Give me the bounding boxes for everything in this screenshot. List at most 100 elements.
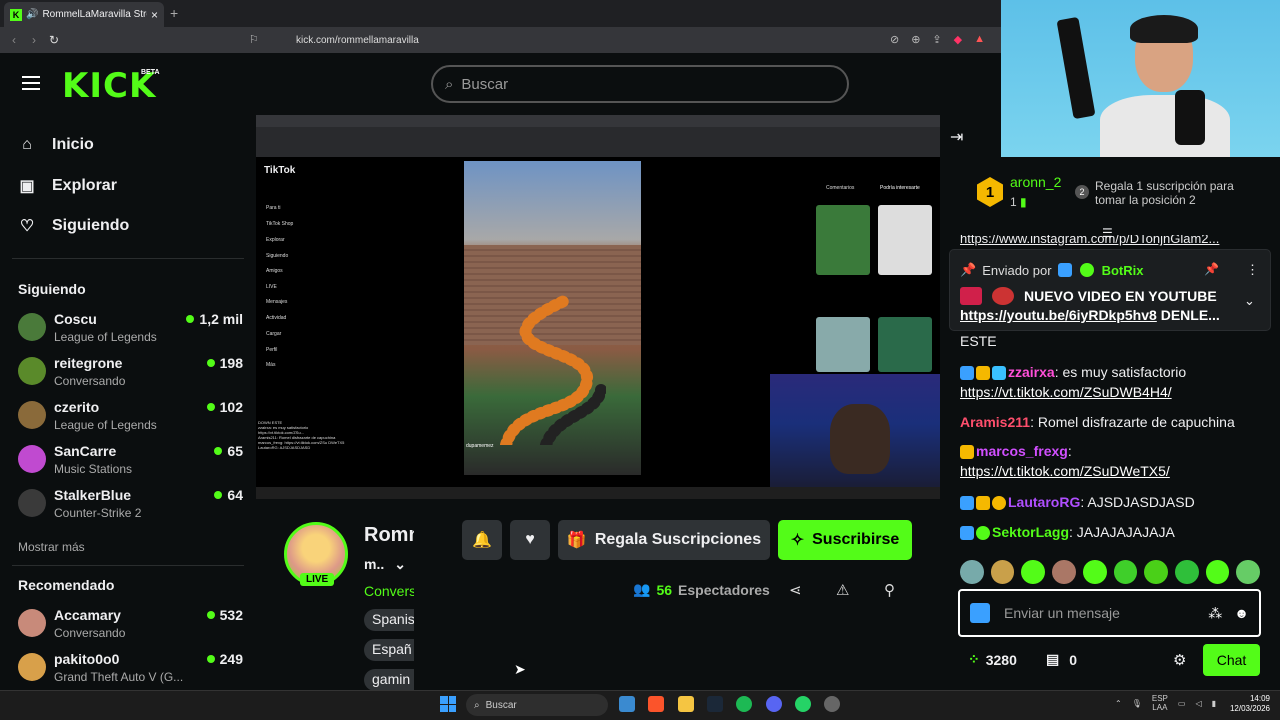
zoom-icon[interactable]: ⊕ bbox=[911, 33, 920, 46]
channel-category: League of Legends bbox=[54, 418, 157, 432]
taskbar-clock[interactable]: 14:09 12/03/2026 bbox=[1222, 694, 1270, 714]
brave-rewards-icon[interactable]: ▲ bbox=[974, 33, 985, 46]
follow-button[interactable]: ♥ bbox=[510, 520, 550, 560]
emote-icon[interactable] bbox=[990, 560, 1015, 584]
emote-icon[interactable] bbox=[1052, 560, 1076, 584]
new-tab-icon[interactable]: + bbox=[170, 5, 178, 21]
mute-icon[interactable]: ⊘ bbox=[890, 33, 899, 46]
recommended-channel[interactable]: pakito0o0 Grand Theft Auto V (G... 249 bbox=[18, 651, 243, 691]
pinned-link[interactable]: https://youtu.be/6iyRDkp5hv8 DENLE... bbox=[960, 307, 1250, 323]
emote-icon[interactable] bbox=[1082, 560, 1107, 584]
add-user-icon[interactable]: ⚲ bbox=[884, 581, 895, 599]
discord-icon[interactable] bbox=[766, 696, 782, 712]
box-points[interactable]: ▤ 0 bbox=[1046, 651, 1077, 668]
translate-icon[interactable]: ⁂ bbox=[1208, 605, 1222, 622]
emote-icon[interactable] bbox=[960, 560, 984, 584]
chat-partial-link[interactable]: https://www.instagram.com/p/DTonjnGlam2.… bbox=[960, 235, 1260, 247]
search-input[interactable]: ⌕ Buscar bbox=[431, 65, 849, 103]
subscribe-button[interactable]: ✧ Suscribirse bbox=[778, 520, 912, 560]
chevron-up-icon[interactable]: ⌃ bbox=[1115, 699, 1122, 708]
chat-send-button[interactable]: Chat bbox=[1203, 644, 1260, 676]
emote-icon[interactable] bbox=[1021, 560, 1046, 584]
share-icon[interactable]: ⋖ bbox=[789, 581, 802, 599]
notification-button[interactable]: 🔔 bbox=[462, 520, 502, 560]
volume-icon[interactable]: ◁ bbox=[1195, 699, 1201, 708]
channel-points[interactable]: ⁘ 3280 bbox=[968, 651, 1017, 668]
more-options-icon[interactable]: ⋮ bbox=[1246, 262, 1259, 278]
unpin-icon[interactable]: 📌 bbox=[1204, 262, 1219, 276]
gear-icon[interactable]: ⚙ bbox=[1173, 651, 1186, 669]
following-channel[interactable]: reitegrone Conversando 198 bbox=[18, 355, 243, 395]
streamer-name[interactable]: Romm bbox=[364, 524, 414, 547]
nav-home[interactable]: ⌂ Inicio bbox=[18, 136, 94, 154]
video-player[interactable]: TikTok Para ti TikTok Shop Explorar Sigu… bbox=[256, 115, 940, 499]
viewer-count: 65 bbox=[214, 443, 243, 459]
channel-category: League of Legends bbox=[54, 330, 157, 344]
folder-icon[interactable] bbox=[678, 696, 694, 712]
chat-username[interactable]: Aramis211 bbox=[960, 414, 1030, 430]
close-tab-icon[interactable]: × bbox=[151, 8, 158, 22]
back-icon[interactable]: ‹ bbox=[4, 33, 24, 47]
chat-username[interactable]: zzairxa bbox=[1008, 364, 1055, 380]
spotify-icon[interactable] bbox=[736, 696, 752, 712]
stream-tag[interactable]: gamin bbox=[364, 669, 414, 691]
mic-icon[interactable]: 🎙 bbox=[1132, 699, 1142, 708]
emote-icon[interactable] bbox=[1144, 560, 1168, 584]
whatsapp-icon[interactable] bbox=[795, 696, 811, 712]
windows-start-icon[interactable] bbox=[440, 696, 456, 712]
emote-icon[interactable] bbox=[1113, 560, 1138, 584]
streamer-webcam-overlay bbox=[770, 374, 940, 499]
top-gifter-name[interactable]: aronn_2 bbox=[1010, 174, 1061, 190]
stream-tag[interactable]: Spanis bbox=[364, 609, 414, 631]
chat-input[interactable]: Enviar un mensaje ⁂ ☻ bbox=[958, 589, 1261, 637]
menu-icon[interactable] bbox=[22, 76, 40, 90]
pinned-link-url[interactable]: https://youtu.be/6iyRDkp5hv8 bbox=[960, 307, 1157, 323]
chat-username[interactable]: SektorLagg bbox=[992, 524, 1069, 540]
nav-following[interactable]: ♡ Siguiendo bbox=[18, 216, 130, 236]
chat-username[interactable]: marcos_frexg bbox=[976, 443, 1068, 459]
streamer-subtitle[interactable]: m.. ⌄ bbox=[364, 556, 414, 573]
show-more-link[interactable]: Mostrar más bbox=[18, 540, 85, 554]
report-icon[interactable]: ⚠ bbox=[836, 581, 849, 599]
gift-position-prompt[interactable]: 2 Regala 1 suscripción para tomar la posi… bbox=[1075, 179, 1255, 207]
reload-icon[interactable]: ↻ bbox=[44, 33, 64, 47]
chat-text: : es muy satisfactorio bbox=[1054, 364, 1187, 380]
network-icon[interactable]: ▭ bbox=[1178, 699, 1186, 708]
nav-explore[interactable]: ▣ Explorar bbox=[18, 176, 116, 196]
tiktok-nav-item: Amigos bbox=[266, 268, 283, 274]
forward-icon[interactable]: › bbox=[24, 33, 44, 47]
emote-icon[interactable] bbox=[1174, 560, 1199, 584]
recommended-channel[interactable]: Accamary Conversando 532 bbox=[18, 607, 243, 647]
bot-icon[interactable] bbox=[970, 603, 990, 623]
app-icon[interactable] bbox=[824, 696, 840, 712]
url-field[interactable]: kick.com/rommellamaravilla bbox=[296, 35, 419, 46]
app-icon[interactable] bbox=[619, 696, 635, 712]
steam-icon[interactable] bbox=[707, 696, 723, 712]
following-channel[interactable]: Coscu League of Legends 1,2 mil bbox=[18, 311, 243, 351]
gift-subs-button[interactable]: 🎁 Regala Suscripciones bbox=[558, 520, 770, 560]
stream-tag[interactable]: Españ bbox=[364, 639, 414, 661]
chat-username[interactable]: LautaroRG bbox=[1008, 494, 1080, 510]
following-channel[interactable]: StalkerBlue Counter-Strike 2 64 bbox=[18, 487, 243, 527]
collapse-chat-icon[interactable]: ⇥ bbox=[950, 127, 963, 147]
browser-tab[interactable]: K 🔊 RommelLaMaravilla Stream × bbox=[4, 2, 164, 27]
emote-icon[interactable] bbox=[1205, 560, 1230, 584]
battery-icon[interactable]: ▮ bbox=[1212, 699, 1216, 708]
taskbar-search[interactable]: ⌕ Buscar bbox=[466, 694, 608, 716]
share-icon[interactable]: ⇪ bbox=[932, 33, 941, 46]
stream-category[interactable]: Convers bbox=[364, 583, 414, 599]
emote-icon[interactable] bbox=[1236, 560, 1261, 584]
brave-icon[interactable] bbox=[648, 696, 664, 712]
following-channel[interactable]: SanCarre Music Stations 65 bbox=[18, 443, 243, 483]
points-icon: ⁘ bbox=[968, 651, 980, 667]
bookmark-icon[interactable]: ⚐ bbox=[249, 33, 259, 46]
emoji-icon[interactable]: ☻ bbox=[1234, 605, 1249, 621]
avatar bbox=[18, 445, 46, 473]
pinned-overflow-text: ESTE bbox=[960, 333, 997, 349]
following-channel[interactable]: czerito League of Legends 102 bbox=[18, 399, 243, 439]
pinned-sender[interactable]: BotRix bbox=[1102, 263, 1144, 278]
viewer-count: 102 bbox=[206, 399, 243, 415]
chat-link[interactable]: https://vt.tiktok.com/ZSuDWeTX5/ bbox=[960, 463, 1170, 479]
chat-link[interactable]: https://vt.tiktok.com/ZSuDWB4H4/ bbox=[960, 384, 1172, 400]
brave-shield-icon[interactable]: ◆ bbox=[954, 33, 962, 46]
